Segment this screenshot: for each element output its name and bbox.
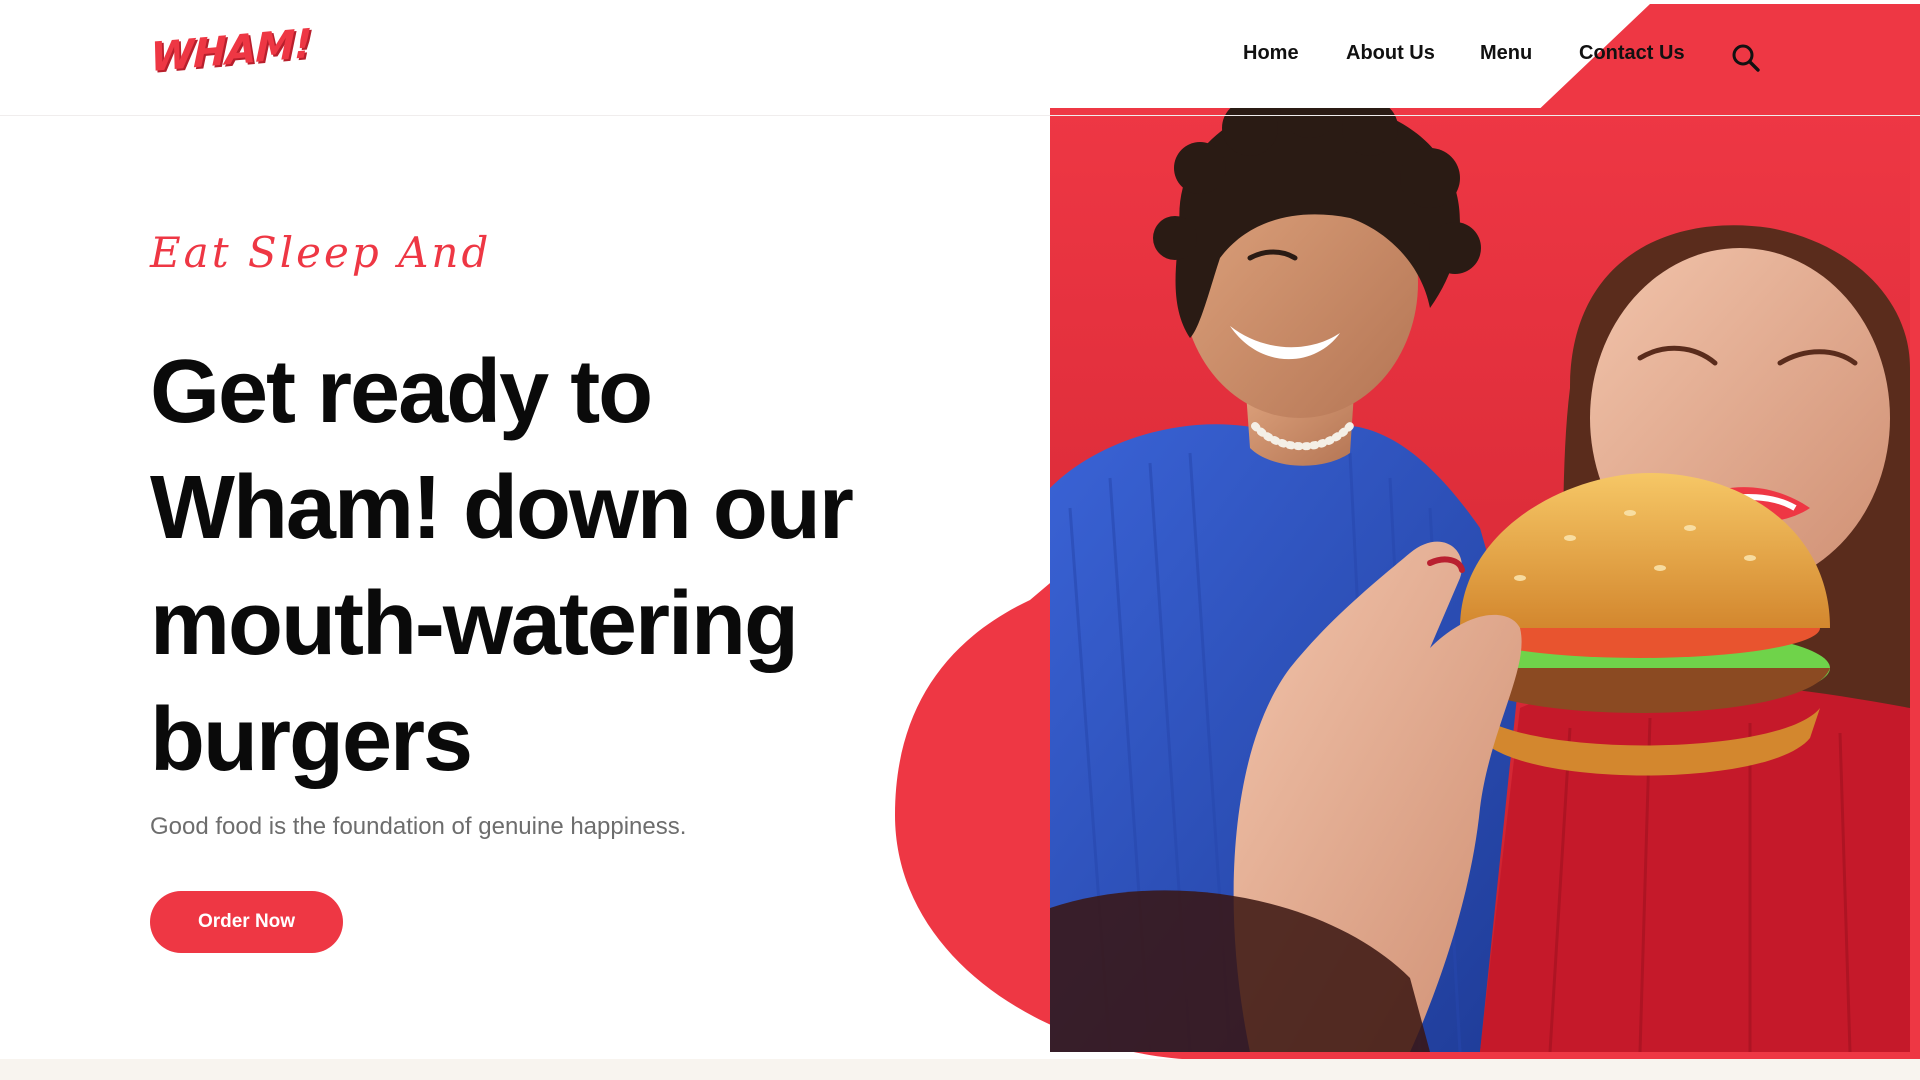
search-button[interactable]	[1730, 42, 1762, 74]
search-icon	[1732, 44, 1760, 72]
hero-headline-line: mouth-watering	[150, 574, 799, 674]
main-navigation: Home About Us Menu Contact Us	[0, 42, 1920, 72]
nav-item-menu[interactable]: Menu	[1480, 42, 1532, 65]
hero-subtitle: Good food is the foundation of genuine h…	[150, 813, 687, 840]
order-now-button[interactable]: Order Now	[150, 891, 343, 953]
hero-headline: Get ready to Wham! down our mouth-wateri…	[150, 334, 930, 798]
next-section-strip	[0, 1059, 1920, 1080]
hero-eyebrow: Eat Sleep And	[150, 228, 492, 277]
hero-photo	[1050, 108, 1910, 1052]
hero-headline-line: Get ready to	[150, 342, 653, 442]
nav-item-contact-us[interactable]: Contact Us	[1579, 42, 1685, 65]
site-header: WHAM! Home About Us Menu Contact Us	[0, 0, 1920, 116]
nav-item-about-us[interactable]: About Us	[1346, 42, 1435, 65]
hero-headline-line: burgers	[150, 690, 473, 790]
hero-headline-line: Wham! down our	[150, 458, 854, 558]
nav-item-home[interactable]: Home	[1243, 42, 1299, 65]
